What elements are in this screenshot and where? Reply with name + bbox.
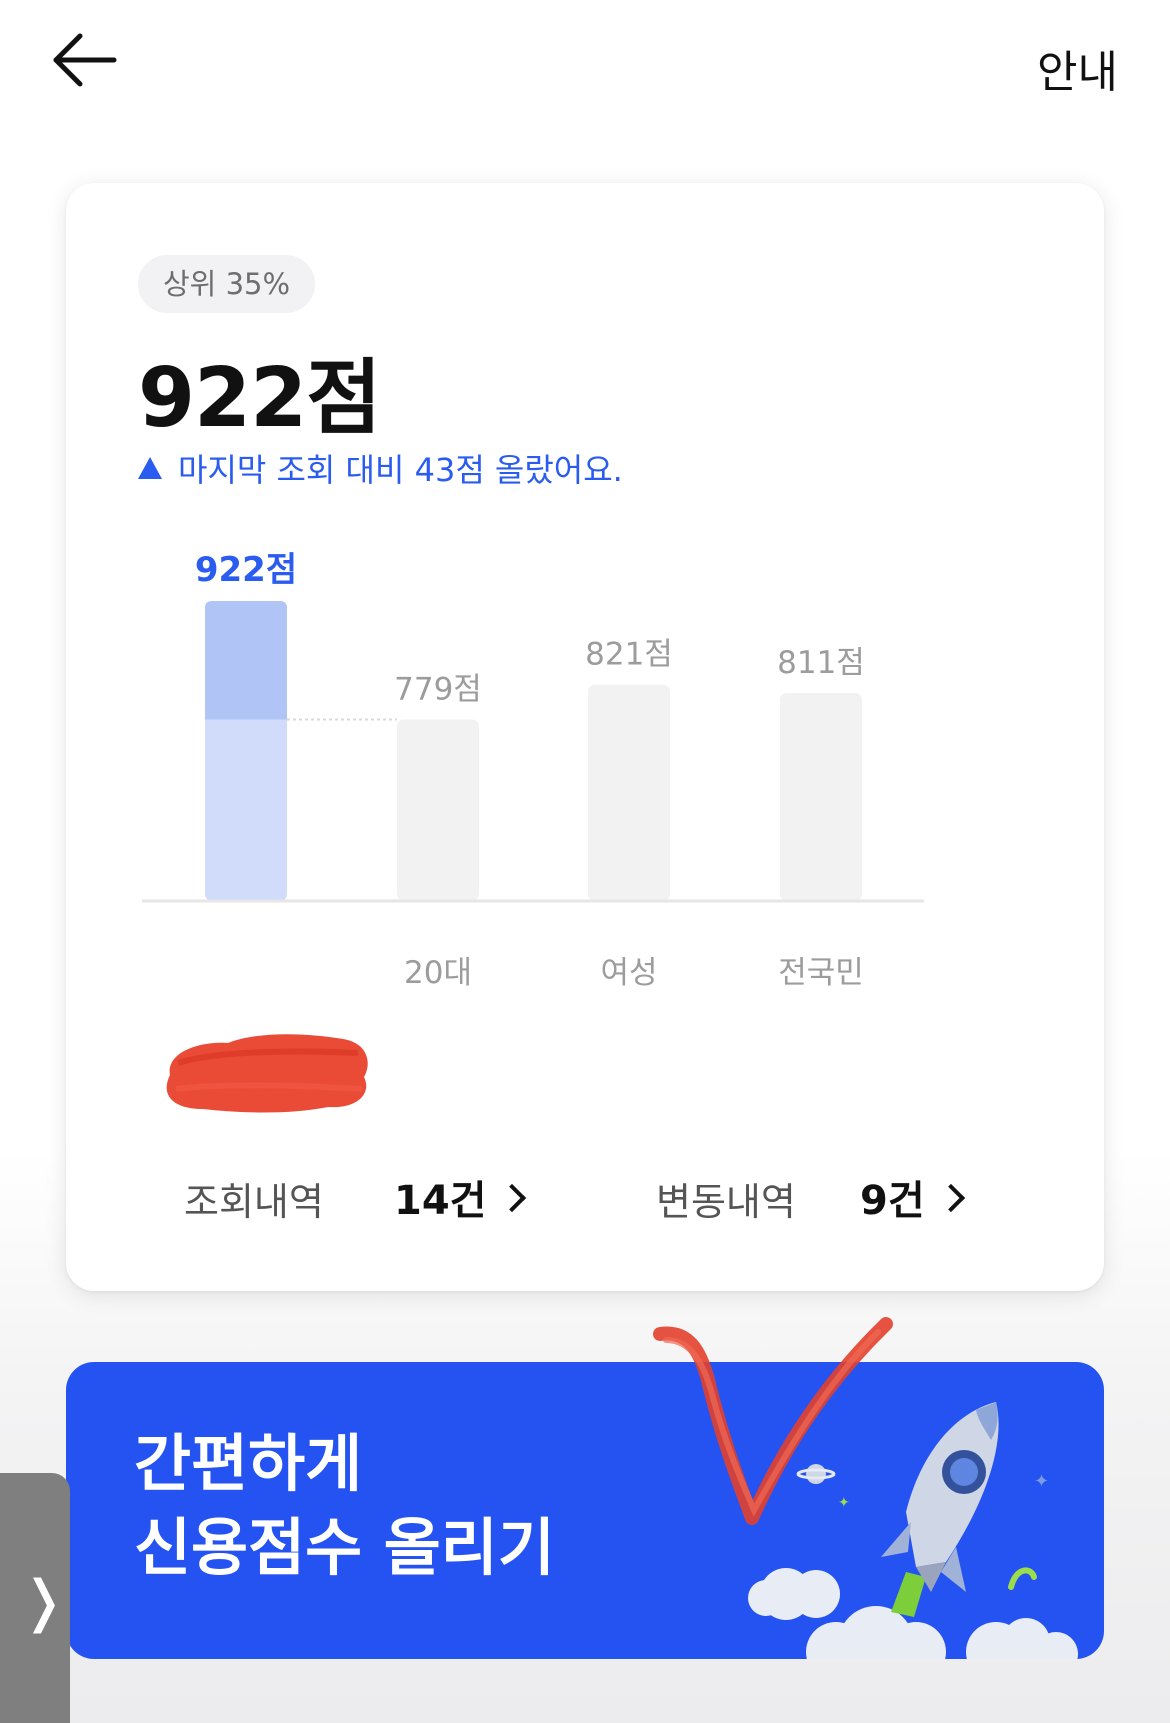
credit-score-card: 상위 35% 922점 마지막 조회 대비 43점 올랐어요. 922점 779점… xyxy=(66,183,1104,1291)
chevron-right-icon: ❭ xyxy=(20,1569,67,1634)
category-label: 20대 xyxy=(404,955,472,991)
inquiry-history-count: 14건 xyxy=(394,1178,487,1224)
chart-bar xyxy=(588,684,670,901)
guide-button[interactable]: 안내 xyxy=(1037,36,1118,100)
change-history-count: 9건 xyxy=(860,1178,925,1224)
bar-value-label: 922점 xyxy=(195,550,297,590)
arrow-left-icon[interactable] xyxy=(50,30,120,90)
inquiry-history-link[interactable]: 14건 xyxy=(394,1168,527,1226)
score-comparison-chart: 922점 779점 20대 821점여성 811점전국민 xyxy=(142,550,924,991)
chevron-right-icon xyxy=(498,1183,527,1213)
category-label: 여성 xyxy=(600,955,657,991)
chart-bar xyxy=(397,719,479,901)
banner-line-1: 간편하게 xyxy=(134,1427,363,1500)
chart-bar xyxy=(780,692,862,901)
top-bar: 안내 xyxy=(0,0,1170,130)
banner-line-2: 신용점수 올리기 xyxy=(134,1511,555,1584)
change-history-link[interactable]: 9건 xyxy=(860,1168,965,1226)
svg-text:✦: ✦ xyxy=(838,1495,850,1511)
change-history-label: 변동내역 xyxy=(656,1180,796,1224)
redacted-scribble xyxy=(166,1034,368,1113)
rocket-icon: ✦ ✦ xyxy=(748,1402,1078,1659)
category-label: 전국민 xyxy=(778,955,864,991)
inquiry-history-label: 조회내역 xyxy=(184,1180,324,1224)
bar-value-label: 821점 xyxy=(585,637,673,673)
raise-credit-score-banner[interactable]: 간편하게 신용점수 올리기 ✦ ✦ xyxy=(66,1362,1104,1659)
banner-text: 간편하게 신용점수 올리기 xyxy=(134,1422,555,1590)
svg-text:✦: ✦ xyxy=(1034,1471,1049,1492)
chevron-right-icon xyxy=(936,1183,965,1213)
bar-value-label: 779점 xyxy=(394,672,482,708)
chart-bar-increase xyxy=(205,601,287,720)
side-drawer-tab[interactable]: ❭ xyxy=(0,1473,70,1723)
bar-value-label: 811점 xyxy=(777,645,865,681)
